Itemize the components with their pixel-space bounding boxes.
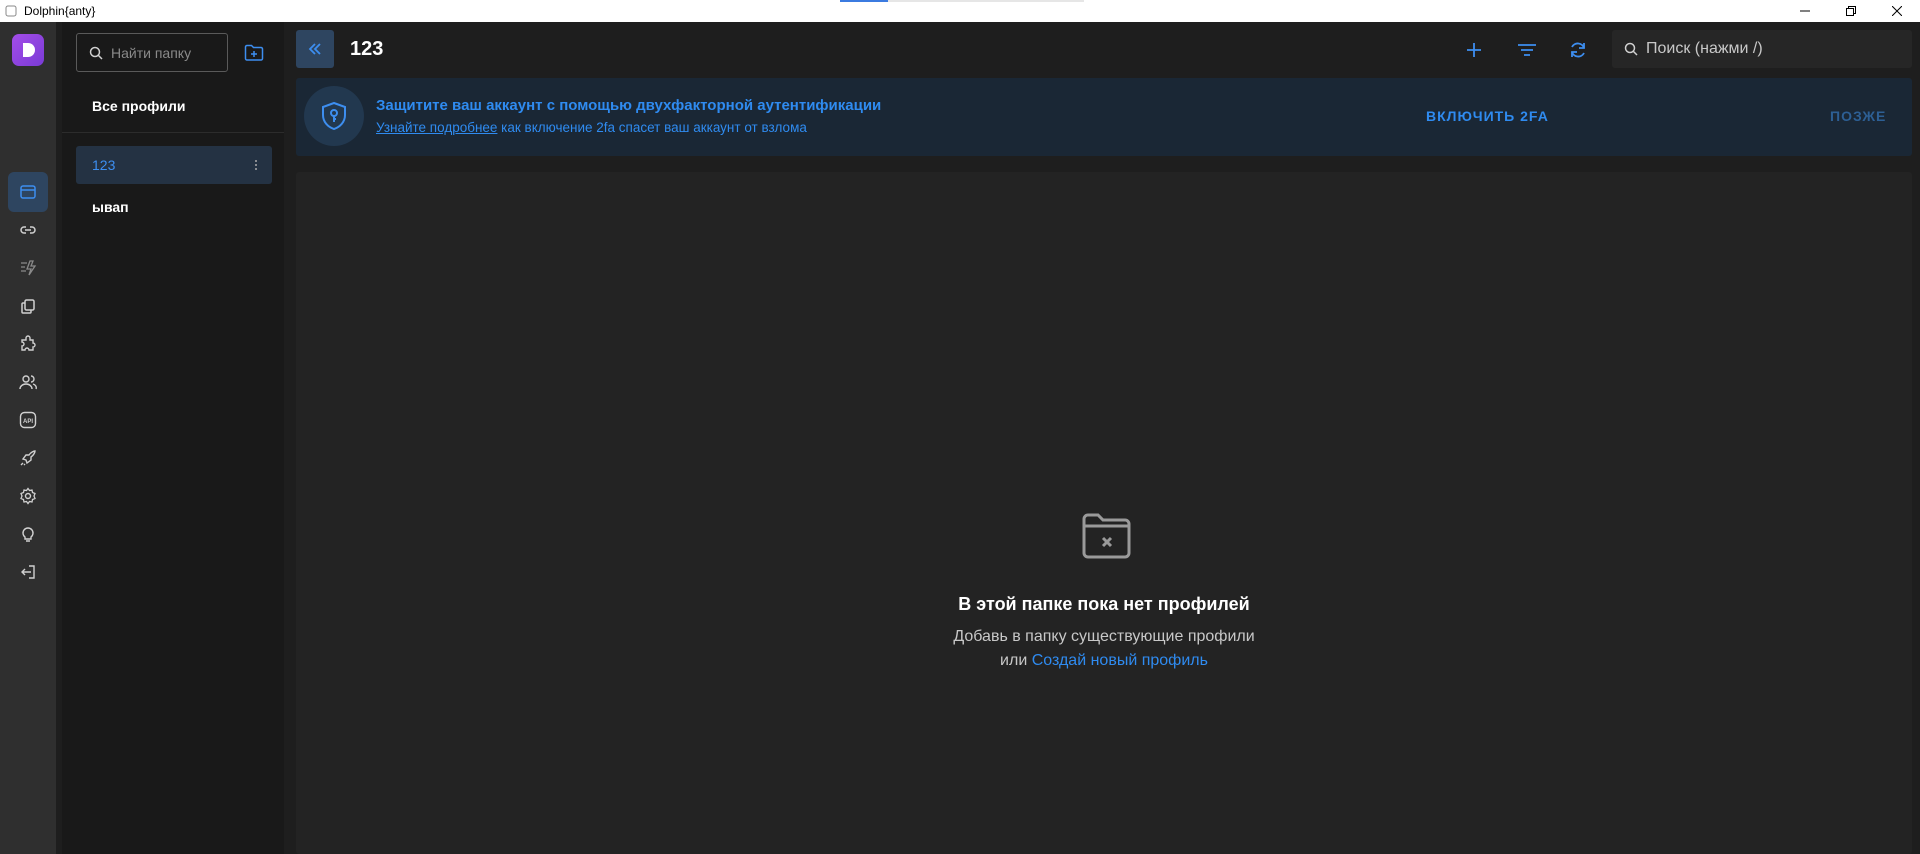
- rocket-icon: [20, 450, 36, 466]
- link-icon: [20, 226, 36, 234]
- folder-item[interactable]: 123: [76, 146, 272, 184]
- window-title: Dolphin{anty}: [24, 4, 96, 18]
- dolphin-logo-icon: [23, 43, 35, 57]
- browser-profiles-icon: [20, 185, 36, 199]
- rail-extensions[interactable]: [8, 324, 48, 364]
- lightbulb-icon: [22, 527, 34, 542]
- empty-state-action: или Создай новый профиль: [296, 652, 1912, 670]
- search-icon: [1624, 42, 1638, 56]
- main-area: 123 Защитите ваш аккаунт с помощью двухф…: [290, 22, 1920, 854]
- close-icon: [1892, 6, 1902, 16]
- filter-icon: [1518, 44, 1536, 56]
- refresh-button[interactable]: [1565, 37, 1591, 63]
- window-titlebar: Dolphin{anty}: [0, 0, 1920, 22]
- add-folder-button[interactable]: [242, 41, 266, 65]
- banner-subtitle: Узнайте подробнее как включение 2fa спас…: [376, 120, 807, 135]
- rail-settings[interactable]: [8, 476, 48, 516]
- empty-state-description: Добавь в папку существующие профили: [953, 628, 1255, 645]
- settings-icon: [20, 487, 36, 505]
- chevrons-left-icon: [308, 43, 321, 55]
- later-button[interactable]: ПОЗЖЕ: [1830, 108, 1886, 124]
- copy-icon: [21, 299, 35, 314]
- banner-subtitle-text: как включение 2fa спасет ваш аккаунт от …: [497, 120, 807, 135]
- rail-ideas[interactable]: [8, 514, 48, 554]
- automation-icon: [21, 260, 37, 276]
- minimize-button[interactable]: [1782, 0, 1828, 22]
- api-icon-label: API: [23, 419, 33, 425]
- collapse-sidebar-button[interactable]: [296, 30, 334, 68]
- users-icon: [19, 375, 37, 390]
- all-profiles-item[interactable]: Все профили: [92, 98, 186, 114]
- folder-empty-icon: [1079, 508, 1135, 564]
- refresh-icon: [1571, 42, 1585, 58]
- rail-automation[interactable]: [8, 248, 48, 288]
- folder-item[interactable]: ывап: [76, 188, 272, 226]
- nav-rail: API: [0, 22, 56, 854]
- folder-add-icon: [244, 44, 264, 61]
- empty-state-or: или: [1000, 652, 1032, 669]
- learn-more-link[interactable]: Узнайте подробнее: [376, 120, 497, 135]
- folder-search[interactable]: [76, 33, 228, 72]
- rail-rocket[interactable]: [8, 438, 48, 478]
- page-title: 123: [350, 38, 384, 60]
- profiles-content: В этой папке пока нет профилей Добавь в …: [296, 172, 1912, 854]
- titlebar-accent-track: [888, 0, 1084, 2]
- dolphin-logo[interactable]: [12, 34, 44, 66]
- more-vertical-icon[interactable]: [254, 158, 258, 174]
- close-button[interactable]: [1874, 0, 1920, 22]
- rail-copy[interactable]: [8, 286, 48, 326]
- folders-panel: Все профили 123 ывап: [62, 22, 284, 854]
- window-controls: [1782, 0, 1920, 22]
- empty-state-title: В этой папке пока нет профилей: [958, 594, 1250, 614]
- restore-icon: [1846, 6, 1856, 16]
- two-factor-banner: Защитите ваш аккаунт с помощью двухфакто…: [296, 78, 1912, 156]
- add-profile-button[interactable]: [1461, 37, 1487, 63]
- banner-title: Защитите ваш аккаунт с помощью двухфакто…: [376, 97, 882, 114]
- plus-icon: [1467, 43, 1481, 57]
- filter-button[interactable]: [1514, 37, 1540, 63]
- rail-links[interactable]: [8, 210, 48, 250]
- restore-button[interactable]: [1828, 0, 1874, 22]
- api-icon: API: [19, 411, 37, 429]
- folder-search-input[interactable]: [111, 44, 221, 61]
- extensions-icon: [21, 335, 36, 351]
- profile-search[interactable]: [1612, 30, 1912, 68]
- enable-2fa-button[interactable]: ВКЛЮЧИТЬ 2FA: [1426, 108, 1549, 124]
- minimize-icon: [1800, 10, 1810, 12]
- folder-item-label: 123: [92, 157, 116, 173]
- search-icon: [89, 46, 103, 60]
- app-icon: [4, 4, 18, 18]
- folder-item-label: ывап: [92, 199, 129, 215]
- logout-icon: [21, 565, 35, 579]
- titlebar-accent: [840, 0, 888, 2]
- profile-search-input[interactable]: [1646, 40, 1906, 58]
- shield-key-icon: [304, 86, 364, 146]
- rail-browser-profiles[interactable]: [8, 172, 48, 212]
- create-profile-link[interactable]: Создай новый профиль: [1032, 652, 1208, 669]
- rail-logout[interactable]: [8, 552, 48, 592]
- folders-divider: [62, 132, 284, 133]
- rail-api[interactable]: API: [8, 400, 48, 440]
- rail-users[interactable]: [8, 362, 48, 402]
